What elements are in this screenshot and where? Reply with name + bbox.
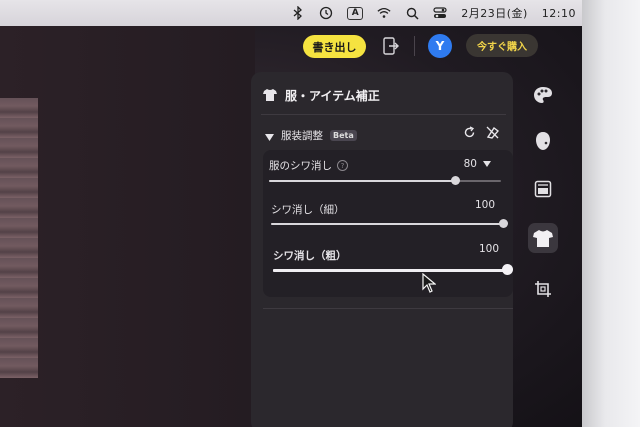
collapse-triangle-icon[interactable] <box>265 126 274 145</box>
panel-header: 服・アイテム補正 <box>263 86 380 105</box>
face-retouch-icon[interactable] <box>528 126 558 156</box>
menubar-time[interactable]: 12:10 <box>542 7 576 20</box>
slider-thumb[interactable] <box>499 219 508 228</box>
coarse-wrinkle-slider[interactable]: シワ消し（粗） 100 <box>269 243 513 284</box>
menu-bar: A 2月23日(金) 12:10 <box>0 0 590 26</box>
slider-label: 服のシワ消し <box>269 160 332 172</box>
bluetooth-icon[interactable] <box>291 6 305 20</box>
section-divider <box>263 308 513 309</box>
mouse-cursor <box>422 272 437 297</box>
slider-thumb[interactable] <box>502 264 513 275</box>
photo-preview <box>0 98 38 378</box>
shirt-icon <box>263 86 277 105</box>
palette-icon[interactable] <box>528 80 558 110</box>
wrinkle-removal-slider[interactable]: 服のシワ消し ? 80 <box>269 158 503 188</box>
eraser-icon[interactable] <box>486 124 500 143</box>
search-icon[interactable] <box>405 6 419 20</box>
avatar[interactable]: Y <box>428 34 452 58</box>
image-canvas[interactable] <box>0 26 255 427</box>
slider-value-wrapper: 80 <box>464 158 491 170</box>
section-header[interactable]: 服装調整 Beta <box>265 124 500 145</box>
slider-value[interactable]: 100 <box>475 199 495 211</box>
slider-group: 服のシワ消し ? 80 シワ消し（細） 100 シワ消し（粗） 100 <box>263 150 513 297</box>
panel-divider <box>261 114 506 115</box>
slider-value[interactable]: 100 <box>479 243 499 255</box>
reset-icon[interactable] <box>463 124 476 143</box>
panel-title: 服・アイテム補正 <box>285 89 380 103</box>
slider-fill <box>273 269 507 272</box>
export-button[interactable]: 書き出し <box>303 35 366 58</box>
crop-icon[interactable] <box>528 274 558 304</box>
section-actions <box>463 124 500 143</box>
slider-value[interactable]: 80 <box>464 158 477 170</box>
slider-fill <box>271 223 503 225</box>
buy-now-button[interactable]: 今すぐ購入 <box>466 34 538 57</box>
control-center-icon[interactable] <box>433 6 447 20</box>
fine-wrinkle-slider[interactable]: シワ消し（細） 100 <box>269 199 508 232</box>
background-icon[interactable] <box>528 174 558 204</box>
clothing-icon[interactable] <box>528 223 558 253</box>
wifi-icon[interactable] <box>377 6 391 20</box>
slider-thumb[interactable] <box>451 176 460 185</box>
toolbar-divider <box>414 36 415 56</box>
clothing-correction-panel: 服・アイテム補正 服装調整 Beta 服のシワ消し ? 80 シワ消し（細） 1… <box>251 72 513 427</box>
slider-label: シワ消し（粗） <box>273 250 347 262</box>
menubar-date[interactable]: 2月23日(金) <box>461 5 528 21</box>
beta-badge: Beta <box>330 130 357 141</box>
slider-label: シワ消し（細） <box>271 204 345 216</box>
input-source-icon[interactable]: A <box>347 6 364 20</box>
share-icon[interactable] <box>382 36 400 56</box>
slider-fill <box>269 180 455 182</box>
section-title: 服装調整 <box>281 130 323 142</box>
time-machine-icon[interactable] <box>319 6 333 20</box>
help-icon[interactable]: ? <box>337 160 348 171</box>
app-screen: A 2月23日(金) 12:10 書き出し Y 今すぐ購入 服・アイテム補正 服… <box>0 0 590 427</box>
dropdown-triangle-icon[interactable] <box>483 158 491 170</box>
laptop-bezel <box>582 0 640 427</box>
